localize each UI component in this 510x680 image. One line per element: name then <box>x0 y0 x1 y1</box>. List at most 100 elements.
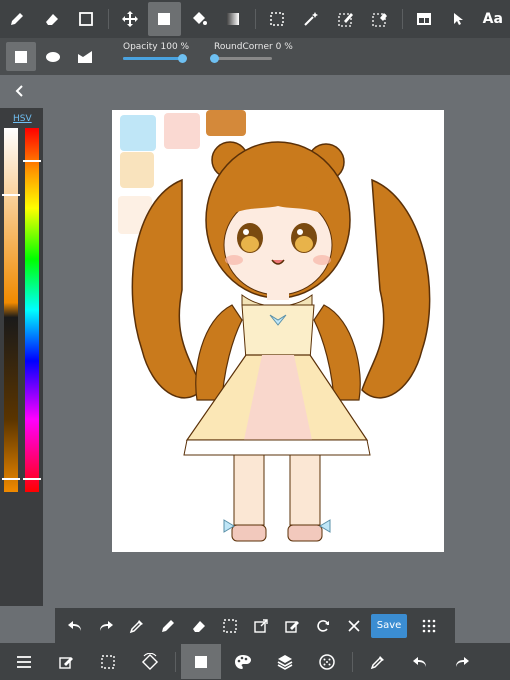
tone-slider-marker <box>2 194 20 196</box>
move-icon <box>121 11 138 27</box>
opacity-slider-fill <box>123 57 183 60</box>
palette-swatch <box>120 115 156 151</box>
layout-tool-button[interactable] <box>408 2 441 36</box>
brush-color-icon <box>195 655 207 668</box>
text-tool-button[interactable]: Aa <box>477 2 510 36</box>
bucket-tool-button[interactable] <box>183 2 216 36</box>
polygon-icon <box>78 50 92 63</box>
edit-icon <box>59 656 73 669</box>
rotate-button[interactable] <box>307 610 338 641</box>
collapse-panel-button[interactable] <box>0 76 40 106</box>
close-icon <box>347 619 360 632</box>
move-tool-button[interactable] <box>114 2 147 36</box>
undo-button[interactable] <box>59 610 90 641</box>
gradient-icon <box>227 13 240 25</box>
redo-icon <box>99 620 113 631</box>
eyedropper-button[interactable] <box>121 610 152 641</box>
eyedropper-icon <box>370 655 384 669</box>
select-rect-icon <box>270 12 284 26</box>
fill-shape-tool-button[interactable] <box>148 2 181 36</box>
save-button[interactable]: Save <box>371 613 407 638</box>
palette-button[interactable] <box>223 644 263 679</box>
pen-tool-button[interactable] <box>1 2 34 36</box>
drawing-canvas[interactable] <box>112 110 444 552</box>
select-rect-tool-button[interactable] <box>261 2 294 36</box>
eraser-button[interactable] <box>183 610 214 641</box>
eyedropper-button-main[interactable] <box>358 644 398 679</box>
eraser-tool-button[interactable] <box>36 2 69 36</box>
select-icon <box>101 654 115 669</box>
edit-icon <box>284 620 299 633</box>
layers-button[interactable] <box>265 644 305 679</box>
undo-icon <box>413 656 426 667</box>
select-menu-button[interactable] <box>88 644 128 679</box>
transform-button[interactable] <box>245 610 276 641</box>
rectangle-outline-icon <box>79 12 94 26</box>
hue-slider <box>25 128 39 492</box>
rotate-canvas-icon <box>141 652 159 670</box>
menu-icon <box>17 655 31 668</box>
roundcorner-slider[interactable] <box>210 54 272 63</box>
transform-icon <box>253 618 268 633</box>
palette-icon <box>235 654 251 669</box>
pen-icon <box>161 619 174 632</box>
undo-icon <box>67 620 81 631</box>
roundcorner-slider-knob[interactable] <box>210 54 219 63</box>
toolbar-separator <box>175 651 176 672</box>
ellipse-shape-button[interactable] <box>38 42 68 71</box>
redo-button-main[interactable] <box>442 644 482 679</box>
chevron-left-icon <box>15 85 23 97</box>
opacity-value: 100 % <box>160 42 190 52</box>
rectangle-icon <box>15 50 27 63</box>
rectangle-outline-tool-button[interactable] <box>70 2 103 36</box>
pen-button[interactable] <box>152 610 183 641</box>
cursor-tool-button[interactable] <box>442 2 475 36</box>
eyedropper-icon <box>129 619 143 633</box>
magic-wand-tool-button[interactable] <box>295 2 328 36</box>
ellipse-icon <box>46 51 60 62</box>
text-tool-label: Aa <box>482 11 503 27</box>
grid-dots-icon <box>422 619 435 632</box>
toolbar-separator <box>352 651 353 672</box>
material-button[interactable] <box>307 644 347 679</box>
rotate-canvas-button[interactable] <box>130 644 170 679</box>
opacity-slider-knob[interactable] <box>178 54 187 63</box>
select-eraser-tool-button[interactable] <box>364 2 397 36</box>
main-bottom-bar <box>0 643 510 680</box>
opacity-slider[interactable] <box>123 54 187 63</box>
toolbar-separator <box>254 9 256 29</box>
edit-menu-button[interactable] <box>46 644 86 679</box>
select-rect-icon <box>222 618 237 633</box>
select-eraser-icon <box>372 13 388 27</box>
tone-slider <box>4 128 18 492</box>
hue-slider-marker <box>23 478 41 480</box>
roundcorner-value: 0 % <box>275 42 293 52</box>
magic-wand-icon <box>304 12 319 26</box>
fill-shape-icon <box>158 13 171 25</box>
tone-slider-marker <box>2 478 20 480</box>
roundcorner-label: RoundCorner 0 % <box>214 42 293 52</box>
toolbar-separator <box>107 9 109 29</box>
grid-menu-button[interactable] <box>413 610 444 641</box>
undo-button-main[interactable] <box>400 644 440 679</box>
polygon-shape-button[interactable] <box>70 42 100 71</box>
layout-icon <box>416 13 431 25</box>
palette-swatch <box>120 152 154 188</box>
close-button[interactable] <box>338 610 369 641</box>
gradient-tool-button[interactable] <box>217 2 250 36</box>
brush-color-button[interactable] <box>181 644 221 679</box>
select-pen-tool-button[interactable] <box>330 2 363 36</box>
menu-button[interactable] <box>4 644 44 679</box>
rectangle-shape-button[interactable] <box>6 42 36 71</box>
eraser-icon <box>45 14 58 25</box>
color-picker-sliders[interactable] <box>0 126 43 506</box>
cursor-icon <box>454 13 464 25</box>
redo-button[interactable] <box>90 610 121 641</box>
edit-selection-button[interactable] <box>276 610 307 641</box>
bucket-icon <box>192 12 207 25</box>
select-rect-button[interactable] <box>214 610 245 641</box>
hsv-mode-tab[interactable]: HSV <box>13 114 32 124</box>
select-pen-icon <box>338 13 353 27</box>
edit-action-bar: Save <box>55 608 455 643</box>
opacity-label: Opacity 100 % <box>123 42 190 52</box>
